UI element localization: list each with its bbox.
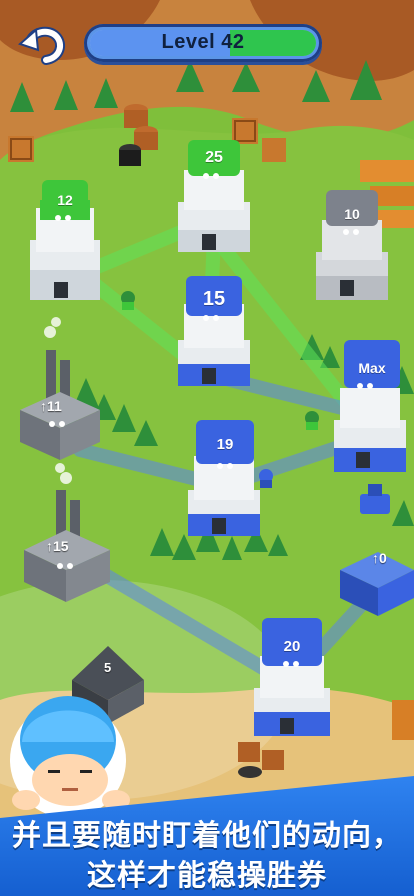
- level-label: Level 42: [161, 31, 245, 53]
- tower-label-blue-15: 15: [202, 288, 226, 310]
- crate: [392, 700, 414, 740]
- factory-label-blue-0: ↑0: [372, 550, 387, 566]
- tower-label-blue-19: 19: [216, 436, 234, 453]
- tower-label-blue-max: Max: [358, 360, 386, 376]
- crate: [262, 138, 286, 162]
- factory-label-gray-15: ↑15: [46, 538, 69, 554]
- back-button[interactable]: [16, 22, 68, 68]
- level-progress-bar: Level 42: [84, 24, 322, 62]
- tower-label-blue-20: 20: [283, 638, 301, 655]
- tower-blue-20[interactable]: [254, 618, 330, 736]
- tower-label-green-12: 12: [57, 192, 73, 208]
- tower-label-gray-10: 10: [344, 206, 360, 222]
- soldier-blue: [259, 469, 273, 488]
- crate: [232, 118, 258, 144]
- factory-label-gray-11: ↑11: [40, 398, 62, 414]
- caption-line-2: 这样才能稳操胜券: [86, 860, 327, 892]
- caption-line-1: 并且要随时盯着他们的动向，: [11, 820, 402, 852]
- soldier-green: [305, 411, 319, 430]
- crate: [8, 136, 34, 162]
- soldier-green: [121, 291, 135, 310]
- tower-label-green-25: 25: [205, 149, 223, 166]
- factory-label-gray-5: 5: [104, 660, 112, 675]
- undo-arrow-icon: [18, 26, 66, 65]
- caption: 并且要随时盯着他们的动向， 这样才能稳操胜券: [0, 766, 414, 896]
